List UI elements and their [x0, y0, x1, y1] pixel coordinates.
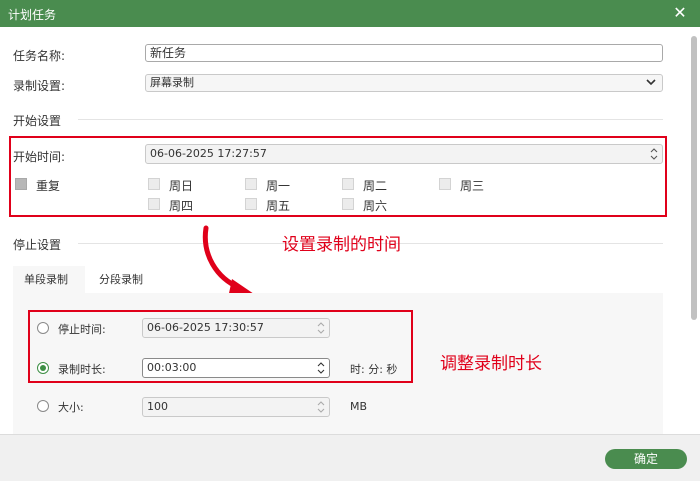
- size-radio[interactable]: [37, 400, 49, 412]
- title-bar: 计划任务 ✕: [0, 0, 700, 27]
- record-setting-select[interactable]: 屏幕录制: [145, 74, 663, 92]
- window-title: 计划任务: [8, 8, 57, 22]
- spin-arrows-icon[interactable]: [317, 399, 325, 415]
- task-name-label: 任务名称:: [13, 49, 66, 63]
- start-highlight-box: [9, 136, 667, 217]
- duration-highlight-box: [28, 310, 413, 383]
- scrollbar[interactable]: [689, 28, 699, 434]
- chevron-down-icon: [646, 79, 656, 86]
- tab-single-segment[interactable]: 单段录制: [13, 266, 85, 294]
- tab-multi-segment[interactable]: 分段录制: [88, 266, 160, 294]
- start-divider: [78, 119, 663, 120]
- start-section-title: 开始设置: [13, 114, 62, 128]
- close-icon[interactable]: ✕: [670, 3, 690, 23]
- arrow-icon: [202, 225, 254, 298]
- footer-bar: [0, 434, 700, 481]
- size-unit: MB: [350, 400, 368, 413]
- size-label: 大小:: [58, 401, 84, 414]
- scrollbar-thumb[interactable]: [691, 36, 697, 320]
- start-annotation: 设置录制的时间: [282, 235, 401, 255]
- size-input[interactable]: 100: [142, 397, 330, 417]
- record-setting-value: 屏幕录制: [150, 76, 194, 89]
- record-setting-label: 录制设置:: [13, 79, 66, 93]
- ok-button[interactable]: 确定: [605, 449, 687, 469]
- size-value: 100: [147, 400, 168, 413]
- task-name-input[interactable]: 新任务: [145, 44, 663, 62]
- stop-section-title: 停止设置: [13, 238, 62, 252]
- duration-annotation: 调整录制时长: [440, 354, 542, 374]
